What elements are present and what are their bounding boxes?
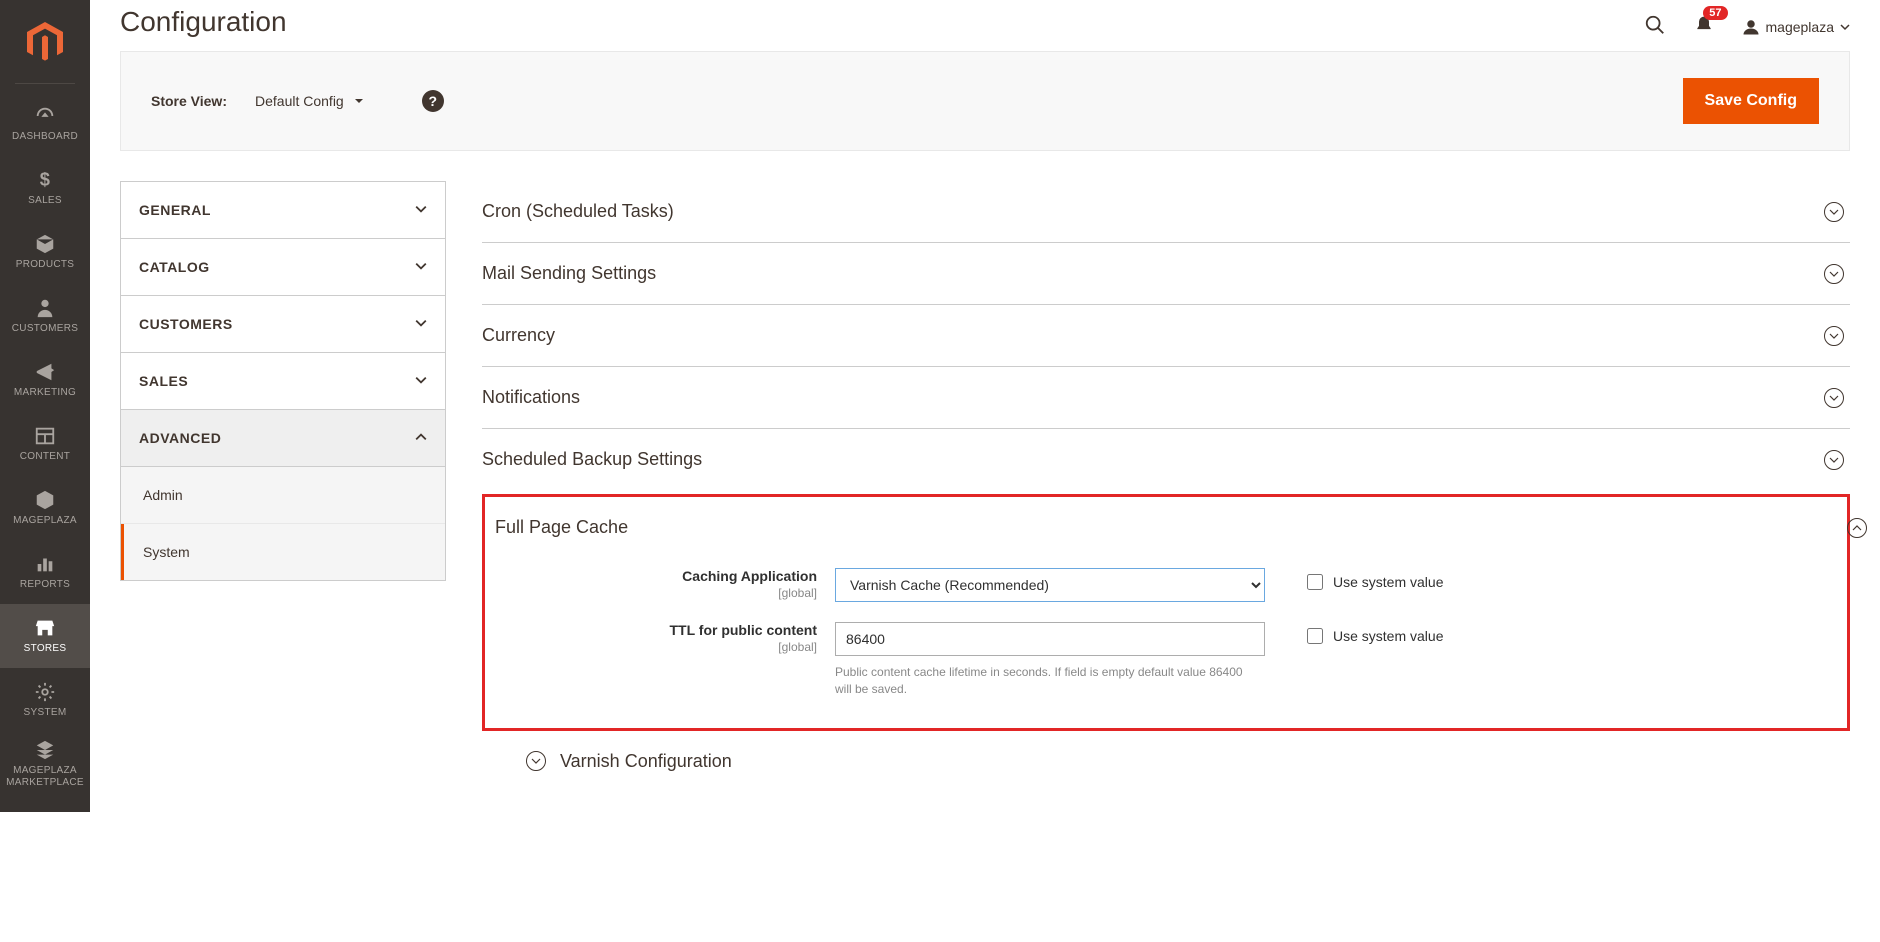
tab-sales[interactable]: SALES xyxy=(121,353,445,410)
tab-general[interactable]: GENERAL xyxy=(121,182,445,239)
nav-content[interactable]: CONTENT xyxy=(0,412,90,476)
nav-system[interactable]: SYSTEM xyxy=(0,668,90,732)
chevron-down-icon xyxy=(1824,264,1844,284)
store-view-switcher[interactable]: Default Config xyxy=(255,93,364,109)
chevron-down-icon xyxy=(1824,326,1844,346)
field-ttl: TTL for public content [global] Public c… xyxy=(495,612,1837,708)
magento-logo-icon[interactable] xyxy=(27,10,63,79)
nav-stores[interactable]: STORES xyxy=(0,604,90,668)
chevron-icon xyxy=(415,373,427,389)
use-system-value-caching[interactable]: Use system value xyxy=(1307,568,1443,590)
chevron-down-icon xyxy=(1824,450,1844,470)
admin-nav-rail: DASHBOARD$SALESPRODUCTSCUSTOMERSMARKETIN… xyxy=(0,0,90,812)
nav-customers[interactable]: CUSTOMERS xyxy=(0,284,90,348)
tab-catalog[interactable]: CATALOG xyxy=(121,239,445,296)
chevron-down-icon xyxy=(526,751,546,771)
tab-advanced[interactable]: ADVANCED xyxy=(121,410,445,467)
caching-application-select[interactable]: Varnish Cache (Recommended) xyxy=(835,568,1265,602)
page-title: Configuration xyxy=(120,6,287,38)
notifications-icon[interactable]: 57 xyxy=(1694,14,1714,39)
field-caching-application: Caching Application [global] Varnish Cac… xyxy=(495,558,1837,612)
section-notifications: Notifications xyxy=(482,367,1850,429)
section-backup: Scheduled Backup Settings xyxy=(482,429,1850,490)
section-cron: Cron (Scheduled Tasks) xyxy=(482,181,1850,243)
search-icon[interactable] xyxy=(1644,14,1666,39)
nav-products[interactable]: PRODUCTS xyxy=(0,220,90,284)
page-toolbar: Store View: Default Config ? Save Config xyxy=(120,51,1850,151)
nav-dashboard[interactable]: DASHBOARD xyxy=(0,92,90,156)
section-mail: Mail Sending Settings xyxy=(482,243,1850,305)
use-system-value-ttl[interactable]: Use system value xyxy=(1307,622,1443,644)
config-sections: Cron (Scheduled Tasks) Mail Sending Sett… xyxy=(482,181,1850,772)
tab-child-admin[interactable]: Admin xyxy=(121,467,445,524)
ttl-input[interactable] xyxy=(835,622,1265,656)
chevron-down-icon xyxy=(1824,388,1844,408)
chevron-up-icon xyxy=(1847,518,1867,538)
nav-reports[interactable]: REPORTS xyxy=(0,540,90,604)
notifications-badge: 57 xyxy=(1703,6,1727,20)
user-menu[interactable]: mageplaza xyxy=(1742,18,1851,36)
chevron-icon xyxy=(415,259,427,275)
section-currency: Currency xyxy=(482,305,1850,367)
divider xyxy=(15,83,75,84)
tab-child-system[interactable]: System xyxy=(121,524,445,580)
config-tabs: GENERALCATALOGCUSTOMERSSALESADVANCEDAdmi… xyxy=(120,181,446,581)
section-full-page-cache: Full Page Cache Caching Application [glo… xyxy=(495,497,1837,708)
chevron-icon xyxy=(415,430,427,446)
nav-marketing[interactable]: MARKETING xyxy=(0,348,90,412)
svg-text:$: $ xyxy=(40,169,50,190)
user-name: mageplaza xyxy=(1766,19,1835,35)
highlight-box: Full Page Cache Caching Application [glo… xyxy=(482,494,1850,731)
nav-sales[interactable]: $SALES xyxy=(0,156,90,220)
nav-marketplace[interactable]: MAGEPLAZA MARKETPLACE xyxy=(0,732,90,796)
chevron-down-icon xyxy=(1824,202,1844,222)
chevron-icon xyxy=(415,202,427,218)
save-config-button[interactable]: Save Config xyxy=(1683,78,1819,124)
store-view-label: Store View: xyxy=(151,93,227,109)
nav-mageplaza[interactable]: MAGEPLAZA xyxy=(0,476,90,540)
tab-customers[interactable]: CUSTOMERS xyxy=(121,296,445,353)
chevron-icon xyxy=(415,316,427,332)
help-icon[interactable]: ? xyxy=(422,90,444,112)
section-varnish-configuration[interactable]: Varnish Configuration xyxy=(482,731,1850,772)
